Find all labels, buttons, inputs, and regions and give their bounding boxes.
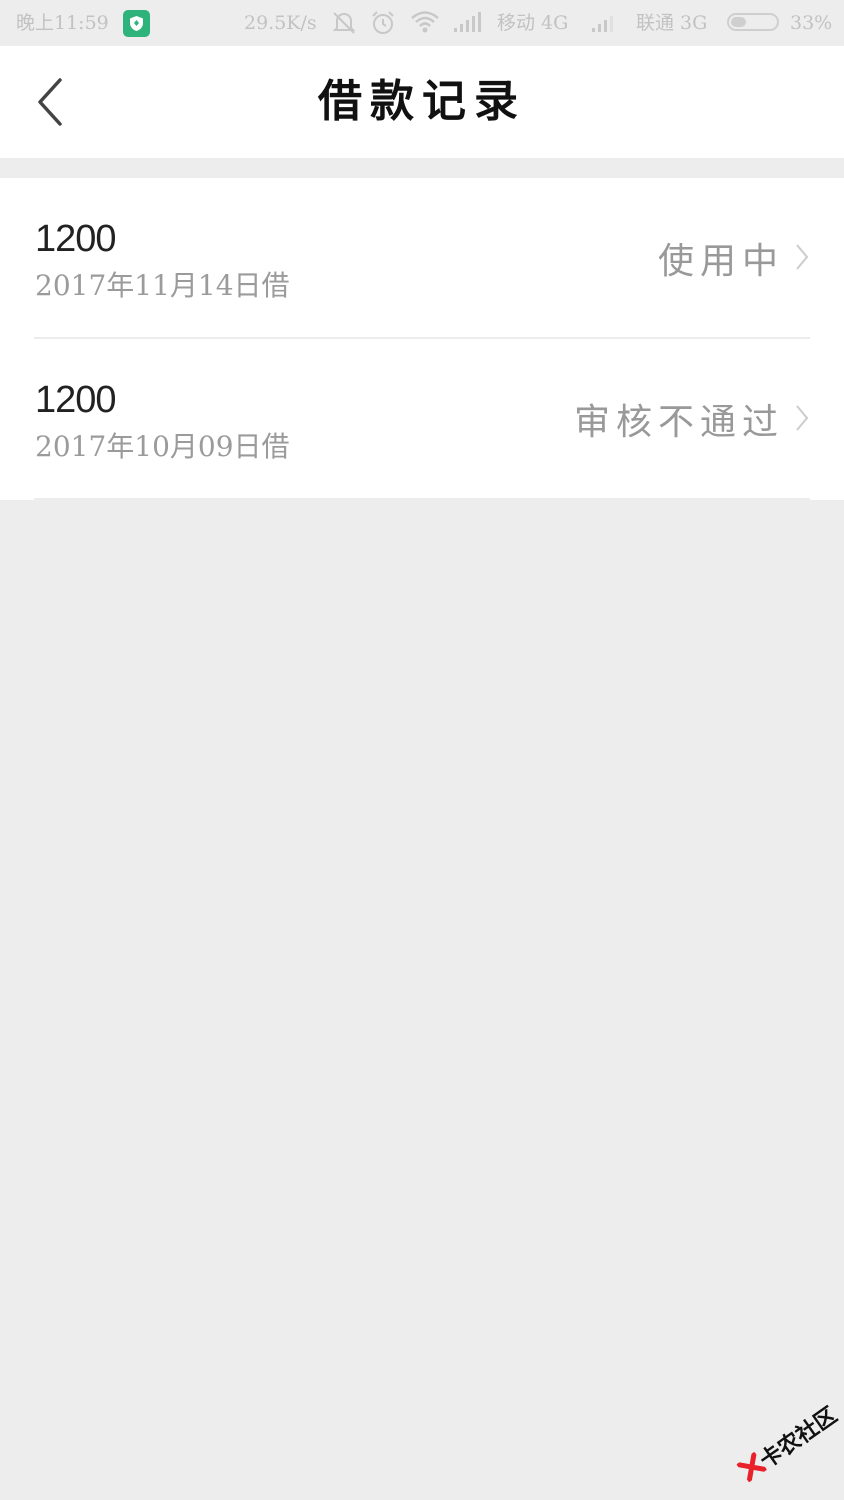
loan-date: 2017年11月14日借 <box>35 269 290 302</box>
chevron-right-icon <box>794 403 810 433</box>
carrier-2: 联通 3G <box>636 12 708 34</box>
signal-icon-1 <box>452 10 484 39</box>
signal-icon-2 <box>590 10 618 39</box>
watermark-text: 卡农社区 <box>755 1402 842 1474</box>
wifi-icon <box>410 10 440 39</box>
alarm-icon <box>370 10 396 41</box>
mute-bell-icon <box>331 10 357 41</box>
loan-date: 2017年10月09日借 <box>35 430 290 463</box>
battery-icon <box>727 13 779 31</box>
battery-percent: 33% <box>790 12 833 34</box>
status-time: 晚上11:59 <box>16 12 109 34</box>
loan-amount: 1200 <box>35 379 117 421</box>
carrier-1: 移动 4G <box>497 12 569 34</box>
loan-amount: 1200 <box>35 218 117 260</box>
page-title: 借款记录 <box>318 76 526 127</box>
loan-record-row[interactable]: 1200 2017年11月14日借 使用中 <box>0 178 844 339</box>
shield-icon <box>123 10 150 37</box>
loan-status: 使用中 <box>657 241 784 282</box>
divider <box>34 498 810 500</box>
loan-record-row[interactable]: 1200 2017年10月09日借 审核不通过 <box>0 339 844 500</box>
battery-level <box>731 17 746 27</box>
chevron-right-icon <box>794 242 810 272</box>
network-speed: 29.5K/s <box>244 12 317 34</box>
loan-status: 审核不通过 <box>573 402 784 443</box>
status-bar: 晚上11:59 29.5K/s 移动 4G 联通 3G 33% <box>0 0 844 46</box>
loan-record-list: 1200 2017年11月14日借 使用中 1200 2017年10月09日借 … <box>0 178 844 500</box>
app-header: 借款记录 <box>0 46 844 158</box>
watermark: 卡农社区 <box>727 1392 844 1500</box>
